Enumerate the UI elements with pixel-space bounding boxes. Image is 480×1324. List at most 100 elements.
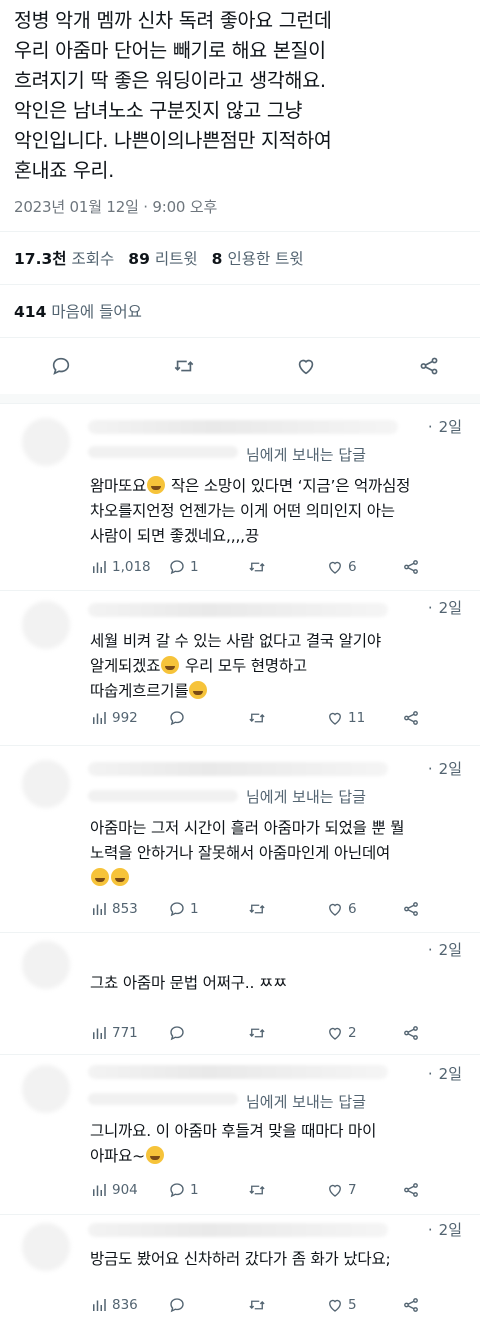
avatar[interactable] [22,941,70,989]
reply-tweet[interactable]: · 2일 님에게 보내는 답글 아줌마는 그저 시간이 흘러 아줌마가 되었을 뿐… [0,746,480,933]
share-button[interactable] [402,900,424,918]
retweet-icon [249,904,265,914]
views-icon [93,903,106,915]
retweet-icon[interactable] [173,355,195,377]
reply-text: 왐마또요 작은 소망이 있다면 ‘지금’은 억까심정 차오를지언정 언젠가는 이… [90,474,466,549]
views-button[interactable]: 853 [90,900,168,918]
like-button[interactable]: 6 [326,558,402,576]
redacted-username [88,762,388,776]
reply-text: 세월 비켜 갈 수 있는 사람 없다고 결국 알기야 알게되겠죠 우리 모두 현… [90,629,466,704]
retweets-count: 89 [128,250,150,268]
like-button[interactable]: 6 [326,900,402,918]
tweet-text: 정병 악개 멤까 신차 독려 좋아요 그런데 우리 아줌마 단어는 빼기로 해요… [14,9,332,182]
reply-time[interactable]: · 2일 [428,758,462,779]
like-count: 11 [348,710,366,726]
reply-time[interactable]: · 2일 [428,597,462,618]
like-button[interactable]: 5 [326,1296,402,1314]
retweet-button[interactable] [248,709,326,727]
views-icon [93,561,106,573]
likes-stat[interactable]: 414 마음에 들어요 [14,300,142,322]
avatar[interactable] [22,418,70,466]
views-button[interactable]: 992 [90,709,168,727]
retweet-button[interactable] [248,900,326,918]
like-button[interactable]: 2 [326,1024,402,1042]
reply-time-text: 2일 [438,418,462,436]
share-icon [404,560,418,574]
reply-button[interactable]: 1 [168,558,248,576]
views-icon [93,1027,106,1039]
avatar[interactable] [22,760,70,808]
retweet-button[interactable] [248,1024,326,1042]
redacted-handle [88,1093,238,1105]
avatar[interactable] [22,601,70,649]
reply-tweet[interactable]: · 2일 그쵸 아줌마 문법 어쩌구.. ㅉㅉ 771 2 [0,933,480,1055]
reply-time[interactable]: · 2일 [428,1063,462,1084]
like-icon [329,712,341,725]
like-count: 6 [348,559,357,575]
views-button[interactable]: 1,018 [90,558,168,576]
like-icon[interactable] [295,355,317,377]
reply-actions: 1,018 1 6 [90,555,450,579]
replying-to: 님에게 보내는 답글 [246,446,366,464]
share-icon[interactable] [418,355,440,377]
reply-button[interactable] [168,1296,248,1314]
avatar[interactable] [22,1065,70,1113]
reply-tweet[interactable]: · 2일 님에게 보내는 답글 그니까요. 이 아줌마 후들겨 맞을 때마다 마이… [0,1055,480,1215]
quotes-stat[interactable]: 8 인용한 트윗 [212,247,304,269]
reply-button[interactable]: 1 [168,1181,248,1199]
reply-time[interactable]: · 2일 [428,1219,462,1240]
reply-icon [170,1298,184,1313]
like-button[interactable]: 11 [326,709,402,727]
like-count: 6 [348,901,357,917]
reply-icon [170,711,184,726]
share-icon [404,902,418,916]
reply-time[interactable]: · 2일 [428,416,462,437]
share-button[interactable] [402,1181,424,1199]
retweets-stat[interactable]: 89 리트윗 [128,247,197,269]
retweet-button[interactable] [248,1296,326,1314]
share-icon [404,1026,418,1040]
views-label: 조회수 [71,250,115,268]
reply-actions: 836 5 [90,1293,450,1317]
thread-separator [0,394,480,404]
share-button[interactable] [402,558,424,576]
retweet-icon [249,1185,265,1195]
views-icon [93,1184,106,1196]
reply-icon[interactable] [50,355,72,377]
reply-button[interactable] [168,1024,248,1042]
reply-button[interactable] [168,709,248,727]
views-count: 17.3천 [14,250,67,268]
views-button[interactable]: 904 [90,1181,168,1199]
reply-icon [170,902,184,917]
share-button[interactable] [402,1296,424,1314]
reply-count: 1 [190,901,199,917]
reply-actions: 992 11 [90,706,450,730]
reply-time[interactable]: · 2일 [428,939,462,960]
emoji-icon [111,868,129,886]
reply-tweet[interactable]: · 2일 님에게 보내는 답글 왐마또요 작은 소망이 있다면 ‘지금’은 억까심… [0,404,480,591]
tweet-actions [0,338,480,394]
retweet-button[interactable] [248,558,326,576]
like-count: 2 [348,1025,357,1041]
reply-tweet[interactable]: · 2일 방금도 봤어요 신차하러 갔다가 좀 화가 났다요; 836 5 [0,1215,480,1324]
like-button[interactable]: 7 [326,1181,402,1199]
emoji-icon [147,476,166,494]
reply-button[interactable]: 1 [168,900,248,918]
share-icon [404,1183,418,1197]
likes-count: 414 [14,303,47,321]
engagement-stats: 17.3천 조회수 89 리트윗 8 인용한 트윗 [0,232,480,284]
reply-tweet[interactable]: · 2일 세월 비켜 갈 수 있는 사람 없다고 결국 알기야 알게되겠죠 우리 … [0,591,480,746]
views-stat[interactable]: 17.3천 조회수 [14,247,114,269]
avatar[interactable] [22,1223,70,1271]
share-button[interactable] [402,709,424,727]
share-button[interactable] [402,1024,424,1042]
views-button[interactable]: 836 [90,1296,168,1314]
tweet-timestamp[interactable]: 2023년 01월 12일 · 9:00 오후 [14,196,466,217]
redacted-username [88,420,398,434]
likes-label: 마음에 들어요 [51,303,142,321]
views-button[interactable]: 771 [90,1024,168,1042]
view-count: 771 [112,1025,138,1041]
views-icon [93,712,106,724]
retweet-button[interactable] [248,1181,326,1199]
like-icon [329,561,341,574]
